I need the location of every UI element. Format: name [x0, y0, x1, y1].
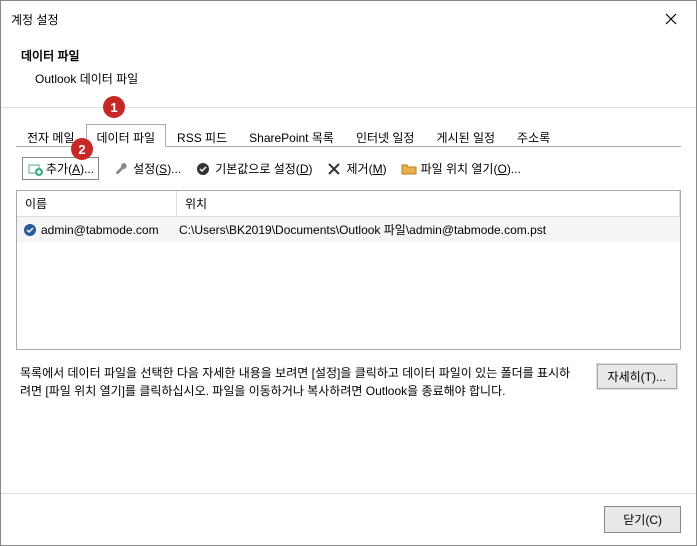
close-dialog-button[interactable]: 닫기(C)	[604, 506, 681, 533]
info-text: 목록에서 데이터 파일을 선택한 다음 자세한 내용을 보려면 [설정]을 클릭…	[20, 364, 577, 400]
cell-name: admin@tabmode.com	[23, 223, 179, 237]
wrench-icon	[113, 161, 129, 177]
close-icon	[665, 13, 677, 25]
tab-rss-feeds[interactable]: RSS 피드	[166, 124, 238, 147]
column-header-location[interactable]: 위치	[177, 191, 680, 216]
open-location-button[interactable]: 파일 위치 열기(O)...	[401, 160, 521, 177]
table-row[interactable]: admin@tabmode.com C:\Users\BK2019\Docume…	[17, 217, 680, 242]
tab-internet-calendars[interactable]: 인터넷 일정	[345, 124, 426, 147]
check-circle-icon	[195, 161, 211, 177]
data-file-icon	[23, 223, 37, 237]
settings-label: 설정(S)...	[133, 160, 181, 177]
data-files-table: 이름 위치 admin@tabmode.com C:\Users\BK2019\…	[16, 190, 681, 350]
add-icon	[27, 161, 43, 177]
tab-published-calendars[interactable]: 게시된 일정	[425, 124, 506, 147]
toolbar: 추가(A)... 설정(S)... 기본값으로 설정(D) 제거(M) 파일 위…	[16, 147, 681, 190]
header-section: 데이터 파일 Outlook 데이터 파일	[1, 37, 696, 107]
open-location-label: 파일 위치 열기(O)...	[421, 160, 521, 177]
close-button[interactable]	[656, 9, 686, 29]
tab-sharepoint[interactable]: SharePoint 목록	[238, 124, 345, 147]
annotation-badge-2: 2	[71, 138, 93, 160]
titlebar: 계정 설정	[1, 1, 696, 37]
details-button[interactable]: 자세히(T)...	[597, 364, 677, 389]
table-header: 이름 위치	[17, 191, 680, 217]
annotation-badge-1: 1	[103, 96, 125, 118]
info-section: 목록에서 데이터 파일을 선택한 다음 자세한 내용을 보려면 [설정]을 클릭…	[16, 350, 681, 414]
content-area: 1 2 전자 메일 데이터 파일 RSS 피드 SharePoint 목록 인터…	[1, 108, 696, 424]
add-button[interactable]: 추가(A)...	[22, 157, 99, 180]
page-title: 데이터 파일	[21, 47, 676, 64]
tab-bar: 전자 메일 데이터 파일 RSS 피드 SharePoint 목록 인터넷 일정…	[16, 123, 681, 147]
column-header-name[interactable]: 이름	[17, 191, 177, 216]
settings-button[interactable]: 설정(S)...	[113, 160, 181, 177]
footer: 닫기(C)	[1, 493, 696, 545]
tab-address-books[interactable]: 주소록	[506, 124, 561, 147]
remove-icon	[326, 161, 342, 177]
set-default-button[interactable]: 기본값으로 설정(D)	[195, 160, 312, 177]
folder-icon	[401, 161, 417, 177]
page-subtitle: Outlook 데이터 파일	[21, 70, 676, 87]
set-default-label: 기본값으로 설정(D)	[215, 160, 312, 177]
remove-label: 제거(M)	[346, 160, 386, 177]
cell-name-text: admin@tabmode.com	[41, 223, 159, 237]
remove-button[interactable]: 제거(M)	[326, 160, 386, 177]
tab-data-files[interactable]: 데이터 파일	[86, 124, 167, 147]
add-label: 추가(A)...	[46, 160, 94, 177]
cell-location: C:\Users\BK2019\Documents\Outlook 파일\adm…	[179, 221, 674, 238]
window-title: 계정 설정	[11, 11, 59, 28]
